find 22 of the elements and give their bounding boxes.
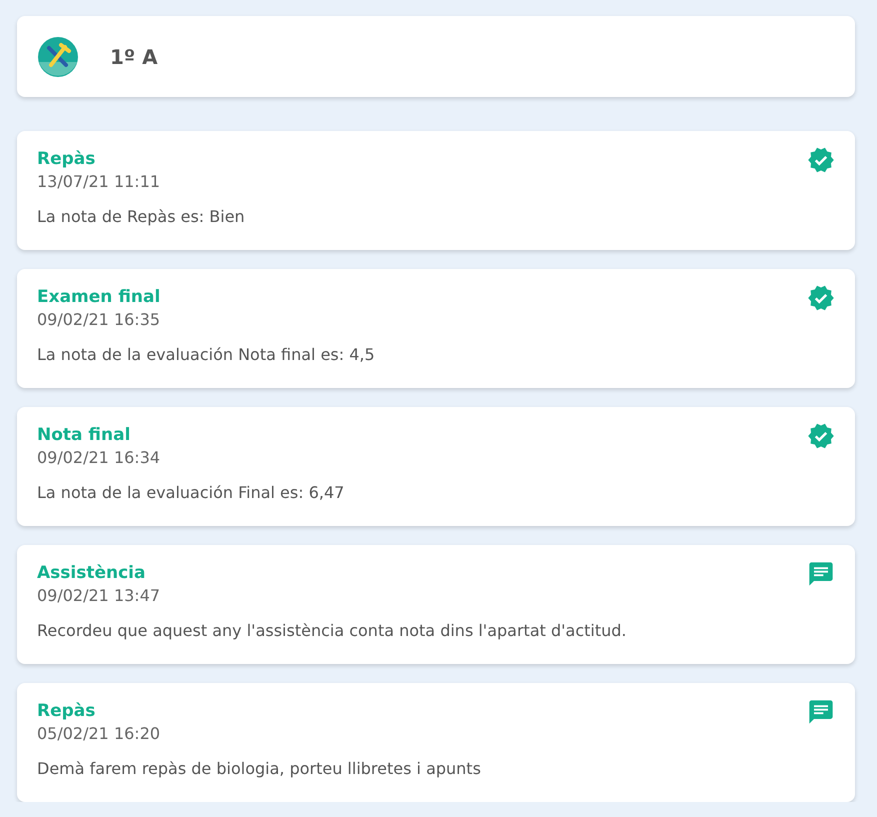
verified-badge-icon bbox=[807, 146, 835, 174]
notification-text: La nota de Repàs es: Bien bbox=[37, 206, 245, 228]
notification-date: 13/07/21 11:11 bbox=[37, 171, 160, 193]
notification-title: Nota final bbox=[37, 424, 130, 446]
verified-badge-icon bbox=[807, 422, 835, 450]
notification-title: Repàs bbox=[37, 700, 96, 722]
notification-date: 09/02/21 13:47 bbox=[37, 585, 160, 607]
notification-date: 05/02/21 16:20 bbox=[37, 723, 160, 745]
notification-title: Assistència bbox=[37, 562, 146, 584]
notification-title: Repàs bbox=[37, 148, 96, 170]
notification-date: 09/02/21 16:34 bbox=[37, 447, 160, 469]
verified-badge-icon bbox=[807, 284, 835, 312]
notification-title: Examen final bbox=[37, 286, 160, 308]
notification-text: La nota de la evaluación Nota final es: 4,5 bbox=[37, 344, 375, 366]
message-icon bbox=[807, 698, 835, 726]
message-icon bbox=[807, 560, 835, 588]
notification-text: Recordeu que aquest any l'assistència conta nota dins l'apartat d'actitud. bbox=[37, 620, 627, 642]
class-title: 1º A bbox=[110, 44, 158, 68]
notification-date: 09/02/21 16:35 bbox=[37, 309, 160, 331]
notification-text: Demà farem repàs de biologia, porteu llibretes i apunts bbox=[37, 758, 481, 780]
notification-text: La nota de la evaluación Final es: 6,47 bbox=[37, 482, 344, 504]
tools-icon bbox=[37, 36, 79, 78]
